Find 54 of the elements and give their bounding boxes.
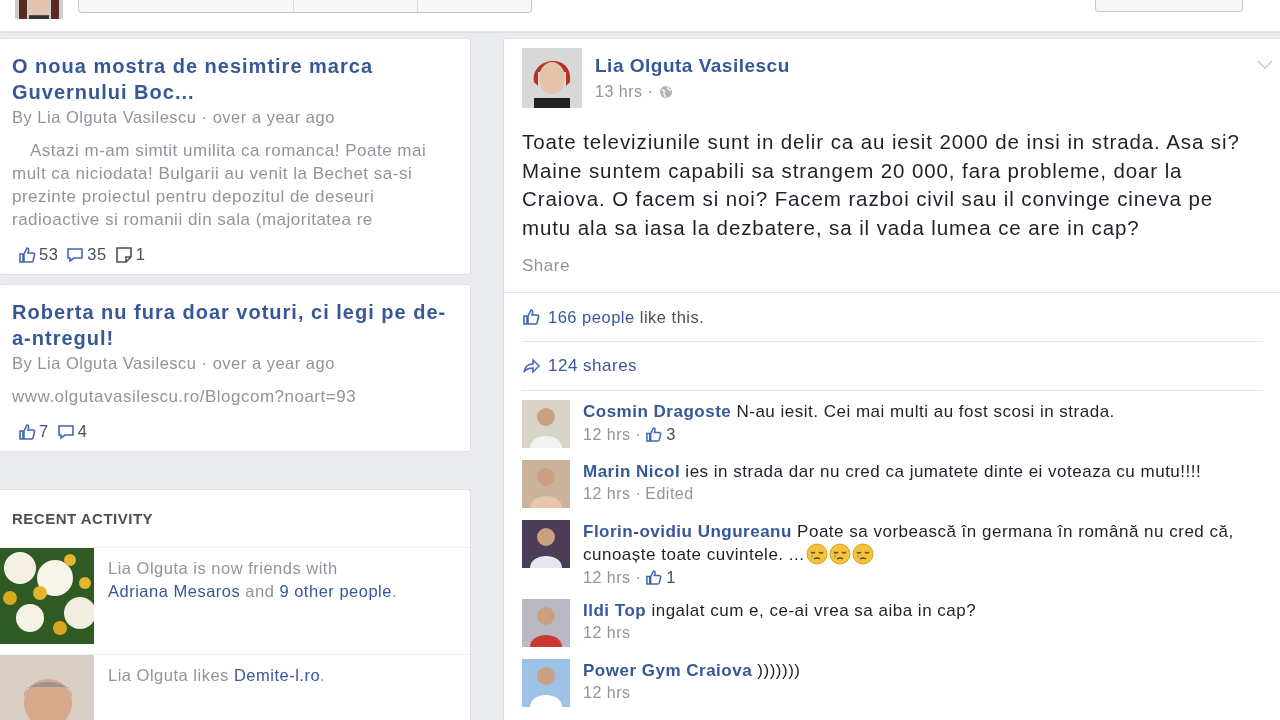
- section-heading: RECENT ACTIVITY: [11, 509, 155, 529]
- activity-link[interactable]: Demite-l.ro: [233, 666, 321, 684]
- thumbs-up-icon[interactable]: [18, 245, 36, 264]
- stat-count: 1: [135, 245, 146, 264]
- crying-face-icon: [806, 543, 829, 565]
- note-byline: By Lia Olguta Vasilescu · over a year ago: [12, 107, 336, 128]
- crying-face-icon: [829, 543, 852, 565]
- thumbs-up-icon[interactable]: [645, 426, 663, 443]
- activity-link[interactable]: Adriana Mesaros: [108, 582, 241, 600]
- note-title-link[interactable]: O noua mostra de nesimtire marca Guvernului Boc...: [12, 53, 458, 105]
- stat-count: 35: [87, 245, 107, 264]
- stat-count: 53: [39, 245, 59, 264]
- stat-count: 7: [39, 422, 49, 441]
- like-count: 3: [666, 425, 676, 444]
- note-icon[interactable]: [114, 245, 133, 264]
- commenter-link[interactable]: Cosmin Dragoste: [583, 402, 732, 421]
- note-title-link[interactable]: Roberta nu fura doar voturi, ci legi pe de-a-ntregul!: [12, 299, 458, 351]
- commenter-link[interactable]: Power Gym Craiova: [583, 661, 753, 680]
- comment-icon[interactable]: [56, 422, 75, 441]
- post-time: 13 hrs ·: [595, 83, 654, 101]
- comment-text: Ildi Top ingalat cum e, ce-ai vrea sa aiba in cap?: [583, 600, 978, 622]
- comment-text: Power Gym Craiova ))))))): [583, 660, 802, 682]
- comment-text: Cosmin Dragoste N-au iesit. Cei mai multi au fost scosi in strada.: [583, 401, 1116, 423]
- post-text: Toate televiziunile sunt in delir ca au iesit 2000 de insi in strada. Asa si? Maine suntem capabili sa strangem 20 000, fara probleme, doar la Craiova. O facem si noi? Facem razboi civil sau il convinge cineva pe mutu ala sa iasa la dezbatere, sa il vada lumea ce are in cap?: [522, 129, 1241, 241]
- thumbs-up-icon[interactable]: [522, 308, 540, 326]
- comment-time: 12 hrs ·: [583, 485, 642, 503]
- like-count: 1: [666, 568, 676, 587]
- comment-text: Florin-ovidiu Ungureanu Poate sa vorbească în germana în română nu cred că, cunoaște toate cuvintele. ...: [583, 521, 1235, 566]
- note-byline: By Lia Olguta Vasilescu · over a year ago: [12, 353, 336, 374]
- share-arrow-icon[interactable]: [522, 357, 540, 375]
- comment-text: Marin Nicol ies in strada dar nu cred ca jumatete dinte ei voteaza cu mutu!!!!: [583, 461, 1203, 483]
- commenter-link[interactable]: Marin Nicol: [583, 462, 681, 481]
- thumbs-up-icon[interactable]: [645, 569, 663, 586]
- crying-face-icon: [852, 543, 875, 565]
- likes-link[interactable]: 166 people: [548, 307, 635, 326]
- note-excerpt: www.olgutavasilescu.ro/Blogcom?noart=93: [12, 386, 358, 408]
- likes-summary: 166 people like this.: [548, 307, 705, 327]
- comment-time: 12 hrs ·: [583, 568, 642, 587]
- stat-count: 4: [77, 422, 88, 441]
- shares-link[interactable]: 124 shares: [548, 356, 638, 376]
- comment-time: 12 hrs: [583, 684, 631, 702]
- comment-icon[interactable]: [66, 245, 85, 264]
- author-link[interactable]: Lia Olguta Vasilescu: [595, 55, 790, 76]
- note-excerpt: Astazi m-am simtit umilita ca romanca! Poate mai mult ca niciodata! Bulgarii au venit la Bechet sa-si prezinte proiectul pentru depozitul de deseuri radioactive si romanii din sala (majoritatea re: [12, 140, 428, 231]
- activity-link[interactable]: 9 other people: [279, 582, 392, 600]
- commenter-link[interactable]: Florin-ovidiu Ungureanu: [583, 522, 792, 541]
- activity-text: Lia Olguta is now friends with Adriana Mesaros and 9 other people.: [108, 558, 399, 602]
- globe-icon: [659, 85, 674, 99]
- thumbs-up-icon[interactable]: [18, 422, 36, 441]
- edited-label: Edited: [645, 485, 694, 503]
- activity-text: Lia Olguta likes Demite-l.ro.: [108, 665, 327, 686]
- commenter-link[interactable]: Ildi Top: [583, 601, 647, 620]
- comment-time: 12 hrs ·: [583, 425, 642, 444]
- comment-time: 12 hrs: [583, 624, 631, 642]
